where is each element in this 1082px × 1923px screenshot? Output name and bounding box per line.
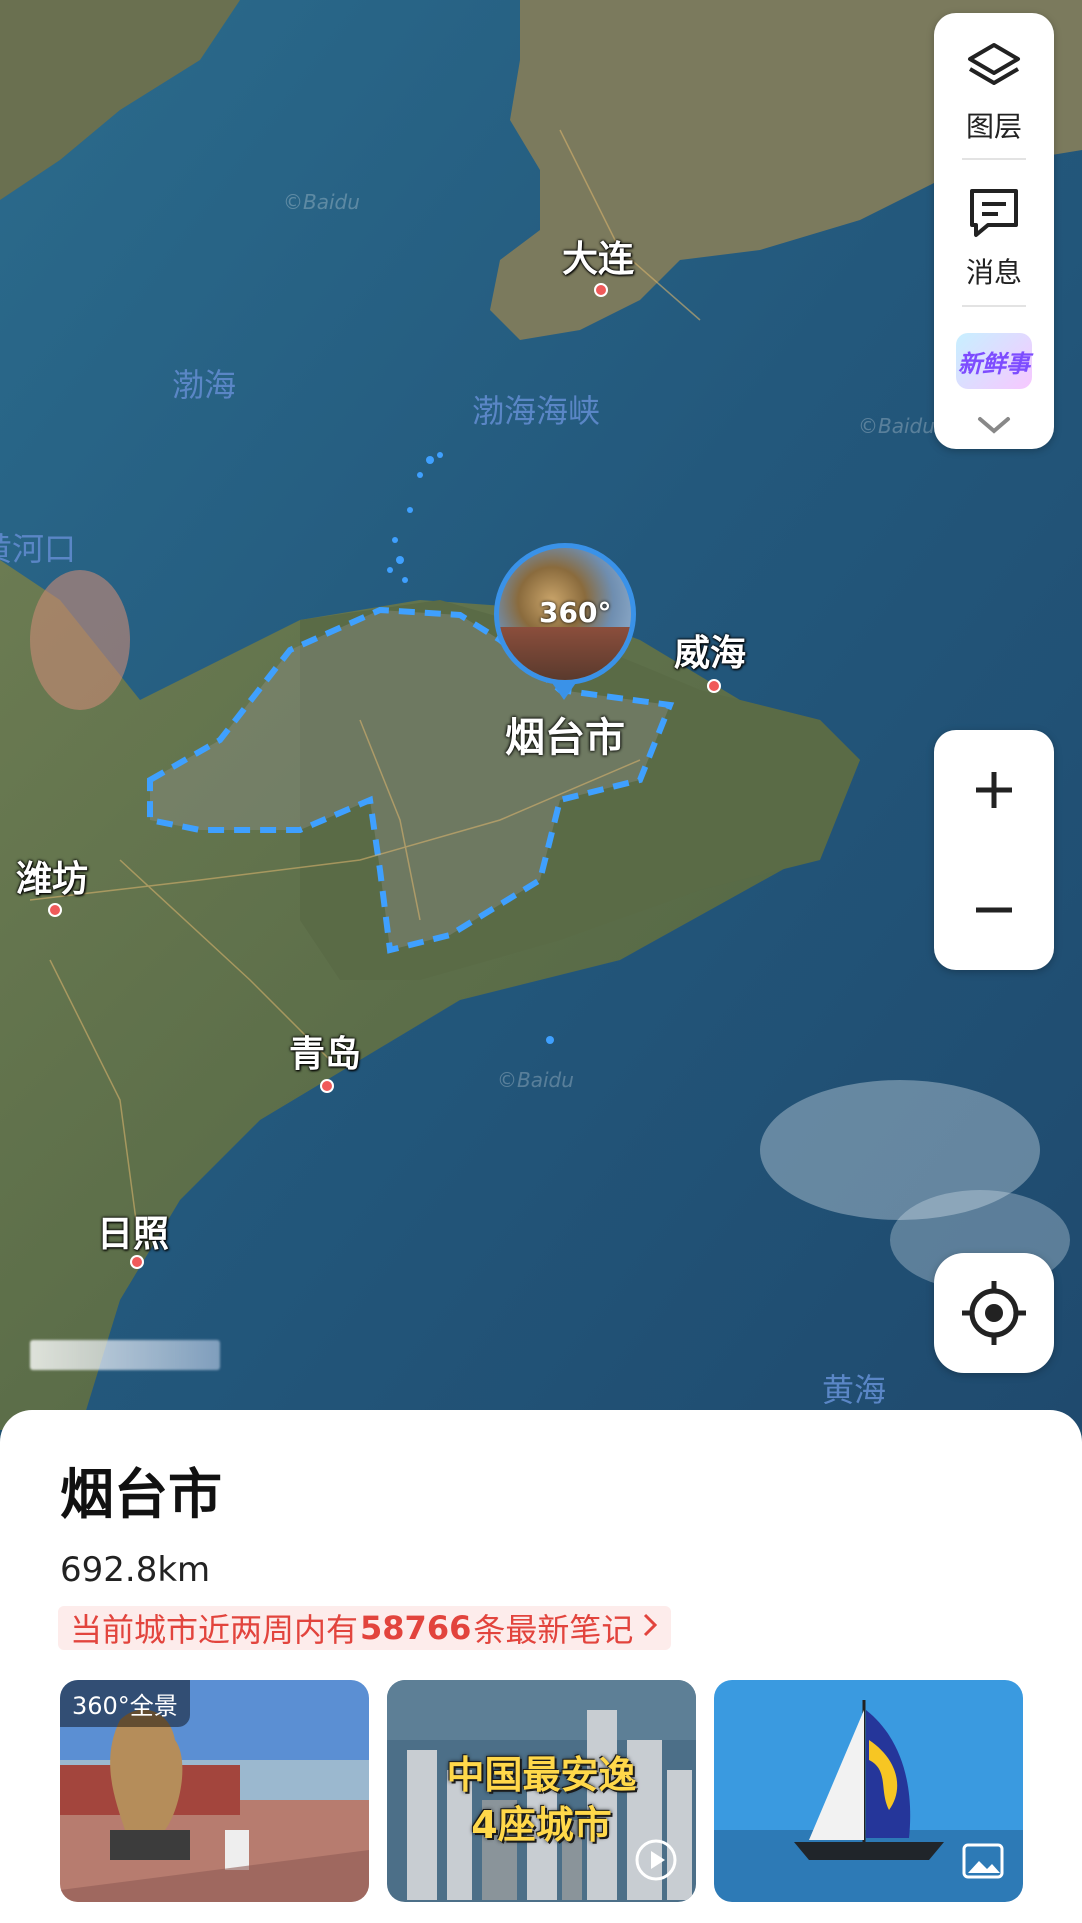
media-thumbnails: 360°全景 中国最安逸 4座城市 [60,1680,1028,1902]
notes-count: 58766 [360,1609,472,1647]
layers-button[interactable]: 图层 [934,37,1054,145]
watermark: ©Baidu [283,190,360,214]
place-label-weifang[interactable]: 潍坊 [16,850,88,902]
watermark: ©Baidu [858,414,935,438]
image-icon [961,1842,1005,1886]
message-icon [970,189,1018,237]
zoom-in-button[interactable] [934,730,1054,850]
notes-prefix: 当前城市近两周内有 [70,1611,359,1649]
panorama-ground [499,627,631,680]
place-label-qingdao[interactable]: 青岛 [289,1025,361,1077]
selected-city-label[interactable]: 烟台市 [505,705,625,763]
watermark: ©Baidu [497,1068,574,1092]
toolbar-divider [962,305,1026,307]
place-dot-qingdao[interactable] [320,1079,334,1093]
chevron-right-icon [641,1609,659,1647]
locate-button[interactable] [934,1253,1054,1373]
notes-suffix: 条最新笔记 [473,1611,634,1649]
place-label-weihai[interactable]: 威海 [674,624,746,676]
panorama-pin-icon [550,680,578,700]
xinxianshi-button[interactable]: 新鲜事 [956,333,1032,389]
notes-banner[interactable]: 当前城市近两周内有 58766 条最新笔记 [58,1606,672,1650]
water-label-bohai: 渤海 [172,366,237,404]
place-dot-rizhao[interactable] [130,1255,144,1269]
messages-button[interactable]: 消息 [934,183,1054,291]
chevron-down-icon [978,417,1010,434]
place-label-rizhao[interactable]: 日照 [97,1205,169,1257]
zoom-control [934,730,1054,970]
zoom-out-button[interactable] [934,850,1054,970]
play-icon [634,1838,678,1886]
panorama-360-label: 360° [539,596,612,629]
map-canvas[interactable]: 渤海 渤海海峡 黄海 黄河口 ©Baidu ©Baidu ©Baidu 大连 威… [0,0,1082,1430]
place-label-dalian[interactable]: 大连 [562,230,634,282]
water-label-river-mouth: 黄河口 [0,530,77,568]
thumbnail-photo[interactable] [714,1680,1023,1902]
locate-icon [962,1281,1026,1345]
place-dot-weifang[interactable] [48,903,62,917]
place-dot-dalian[interactable] [594,283,608,297]
plus-icon [976,772,1012,808]
water-label-bohai-strait: 渤海海峡 [472,392,601,430]
map-toolbar: 图层 消息 新鲜事 [934,13,1054,449]
distance-value: 692.8km [60,1550,211,1590]
place-dot-weihai[interactable] [707,679,721,693]
thumbnail-panorama[interactable]: 360°全景 [60,1680,369,1902]
messages-label: 消息 [965,256,1022,289]
toolbar-divider [962,158,1026,160]
thumbnail-video[interactable]: 中国最安逸 4座城市 [387,1680,696,1902]
scale-bar [30,1340,220,1370]
city-detail-sheet[interactable]: 烟台市 692.8km 当前城市近两周内有 58766 条最新笔记 360°全景 [0,1410,1082,1923]
minus-icon [976,907,1012,913]
expand-toolbar-button[interactable] [934,413,1054,441]
layers-icon [968,43,1020,85]
video-headline-line1: 中国最安逸 [446,1753,637,1797]
city-title: 烟台市 [60,1463,222,1526]
layers-label: 图层 [965,110,1022,143]
panorama-marker[interactable]: 360° [494,543,636,685]
panorama-tag: 360°全景 [60,1680,190,1727]
water-label-yellow-sea: 黄海 [822,1371,887,1409]
